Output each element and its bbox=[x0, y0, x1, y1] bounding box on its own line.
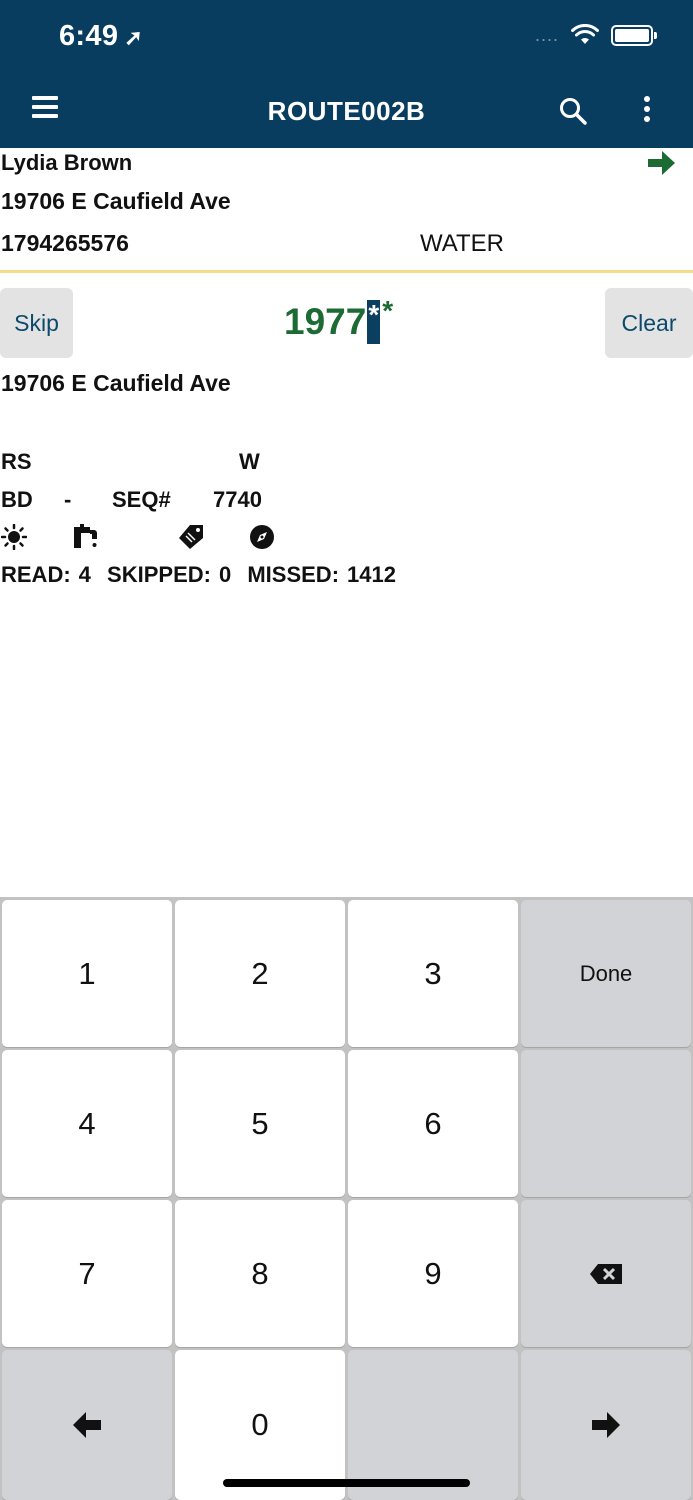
service-type: WATER bbox=[420, 230, 504, 257]
search-icon[interactable] bbox=[558, 96, 588, 126]
reading-value: 1977 bbox=[284, 301, 367, 342]
arrow-right-icon bbox=[592, 1412, 620, 1438]
key-9[interactable]: 9 bbox=[348, 1200, 518, 1347]
wifi-icon bbox=[571, 24, 599, 44]
key-0[interactable]: 0 bbox=[175, 1350, 345, 1500]
seq-value: 7740 bbox=[213, 487, 262, 512]
rs-label: RS bbox=[1, 449, 32, 474]
battery-icon bbox=[611, 24, 657, 46]
reading-mask: * bbox=[382, 295, 394, 326]
status-time: 6:49 ➚ bbox=[59, 20, 143, 53]
signal-icon: .... bbox=[534, 24, 559, 45]
key-7[interactable]: 7 bbox=[2, 1200, 172, 1347]
skipped-label: SKIPPED: bbox=[107, 562, 211, 587]
key-5[interactable]: 5 bbox=[175, 1050, 345, 1197]
key-4[interactable]: 4 bbox=[2, 1050, 172, 1197]
backspace-key[interactable] bbox=[521, 1200, 691, 1347]
w-label: W bbox=[239, 449, 260, 474]
reading-display[interactable]: 1977 * * bbox=[284, 295, 394, 344]
account-number: 1794265576 bbox=[1, 230, 129, 256]
missed-label: MISSED: bbox=[247, 562, 340, 587]
done-button[interactable]: Done bbox=[521, 900, 691, 1047]
clear-button[interactable]: Clear bbox=[605, 288, 693, 358]
read-label: READ: bbox=[1, 562, 71, 587]
key-8[interactable]: 8 bbox=[175, 1200, 345, 1347]
blank-key bbox=[348, 1350, 518, 1500]
compass-icon[interactable] bbox=[249, 524, 275, 550]
customer-name: Lydia Brown bbox=[1, 150, 133, 175]
meter-address: 19706 E Caufield Ave bbox=[1, 370, 231, 396]
key-2[interactable]: 2 bbox=[175, 900, 345, 1047]
key-3[interactable]: 3 bbox=[348, 900, 518, 1047]
backspace-icon bbox=[590, 1263, 622, 1284]
bd-dash: - bbox=[64, 487, 72, 512]
home-indicator[interactable] bbox=[223, 1479, 470, 1487]
reading-cursor: * bbox=[367, 300, 381, 344]
skip-button[interactable]: Skip bbox=[0, 288, 73, 358]
sun-icon[interactable] bbox=[1, 524, 27, 550]
status-indicators: .... bbox=[534, 24, 657, 46]
blank-key bbox=[521, 1050, 691, 1197]
missed-count: 1412 bbox=[347, 562, 396, 587]
customer-address: 19706 E Caufield Ave bbox=[1, 188, 231, 214]
key-6[interactable]: 6 bbox=[348, 1050, 518, 1197]
skipped-count: 0 bbox=[218, 562, 232, 587]
read-count: 4 bbox=[78, 562, 91, 587]
left-arrow-key[interactable] bbox=[2, 1350, 172, 1500]
divider bbox=[0, 270, 693, 273]
more-vertical-icon[interactable] bbox=[640, 96, 654, 128]
status-time-text: 6:49 bbox=[59, 20, 119, 52]
page-title: ROUTE002B bbox=[267, 96, 426, 126]
faucet-icon[interactable] bbox=[72, 524, 98, 550]
arrow-right-icon[interactable] bbox=[648, 150, 676, 176]
arrow-left-icon bbox=[73, 1412, 101, 1438]
bd-label: BD bbox=[1, 487, 33, 512]
key-1[interactable]: 1 bbox=[2, 900, 172, 1047]
app-header: 6:49 ➚ .... ROUTE002B bbox=[0, 0, 693, 148]
location-icon: ➚ bbox=[124, 25, 143, 50]
seq-label: SEQ# bbox=[112, 487, 171, 512]
numeric-keypad: 1 2 3 Done 4 5 6 7 8 9 0 bbox=[0, 897, 693, 1500]
right-arrow-key[interactable] bbox=[521, 1350, 691, 1500]
route-stats: READ: 4 SKIPPED: 0 MISSED: 1412 bbox=[1, 562, 404, 588]
tag-icon[interactable] bbox=[178, 524, 204, 550]
